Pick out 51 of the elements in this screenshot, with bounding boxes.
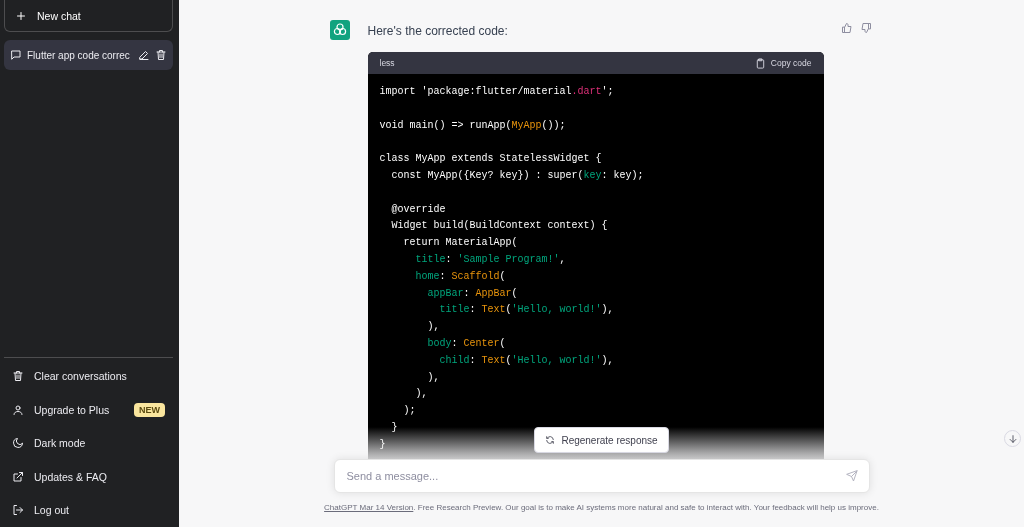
chat-icon — [10, 49, 22, 61]
code-line: child: Text('Hello, world!'), — [438, 353, 614, 368]
copy-code-button[interactable]: Copy code — [754, 57, 812, 69]
conversation-item[interactable]: Flutter app code correc — [4, 40, 173, 70]
clipboard-icon — [754, 57, 766, 69]
external-link-icon — [12, 470, 24, 483]
code-line: ), — [426, 320, 440, 335]
code-line: Widget build(BuildContext context) { — [390, 219, 608, 234]
conversation-title: Flutter app code correc — [27, 49, 130, 61]
code-line: title: Text('Hello, world!'), — [438, 303, 614, 318]
menu-item[interactable]: Upgrade to Plus — [34, 403, 124, 416]
menu-item[interactable]: Dark mode — [34, 437, 165, 450]
code-line: @override — [390, 202, 446, 217]
code-line: appBar: AppBar( — [426, 286, 518, 301]
menu-item[interactable]: Clear conversations — [34, 370, 165, 383]
menu-item[interactable]: Updates & FAQ — [34, 470, 165, 483]
scroll-down-button[interactable] — [1004, 430, 1021, 447]
trash-icon — [155, 49, 167, 61]
new-chat-button[interactable]: New chat — [4, 0, 173, 32]
trash-icon — [12, 370, 24, 383]
message-text: Here's the corrected code: — [367, 24, 508, 38]
code-line: return MaterialApp( — [402, 236, 518, 251]
arrow-down-icon — [1007, 433, 1018, 444]
send-icon — [845, 470, 858, 482]
new-badge: NEW — [134, 402, 165, 417]
code-line: } — [379, 437, 386, 452]
footer-text: ChatGPT Mar 14 Version. Free Research Preview. Our goal is to make AI systems more natural and safe to interact with. Your feedback will help us improve. — [324, 503, 879, 512]
logout-icon — [12, 504, 24, 517]
code-line: title: 'Sample Program!', — [414, 252, 566, 267]
code-line: } — [390, 420, 398, 435]
code-line: void main() => runApp(MyApp()); — [379, 118, 566, 133]
code-line: body: Center( — [426, 336, 506, 351]
code-line: const MyApp({Key? key}) : super(key: key); — [390, 169, 644, 183]
moon-icon — [12, 437, 24, 450]
code-line: ), — [414, 387, 428, 402]
code-line: home: Scaffold( — [414, 269, 506, 284]
thumbs-down-icon — [859, 22, 872, 34]
plus-icon — [15, 9, 27, 22]
code-language: less — [379, 58, 395, 68]
refresh-icon — [545, 435, 556, 445]
code-line: ), — [426, 370, 440, 385]
user-icon — [12, 403, 24, 416]
code-line: ); — [402, 404, 416, 419]
code-line: class MyApp extends StatelessWidget { — [379, 152, 602, 167]
thumbs-up-icon — [840, 22, 853, 34]
assistant-avatar — [329, 20, 350, 40]
pencil-icon — [138, 49, 150, 61]
code-line: import 'package:flutter/material.dart'; — [379, 85, 614, 99]
message-input[interactable]: Send a message... — [333, 459, 870, 493]
menu-item[interactable]: Log out — [34, 504, 165, 517]
regenerate-button[interactable]: Regenerate response — [534, 427, 669, 453]
